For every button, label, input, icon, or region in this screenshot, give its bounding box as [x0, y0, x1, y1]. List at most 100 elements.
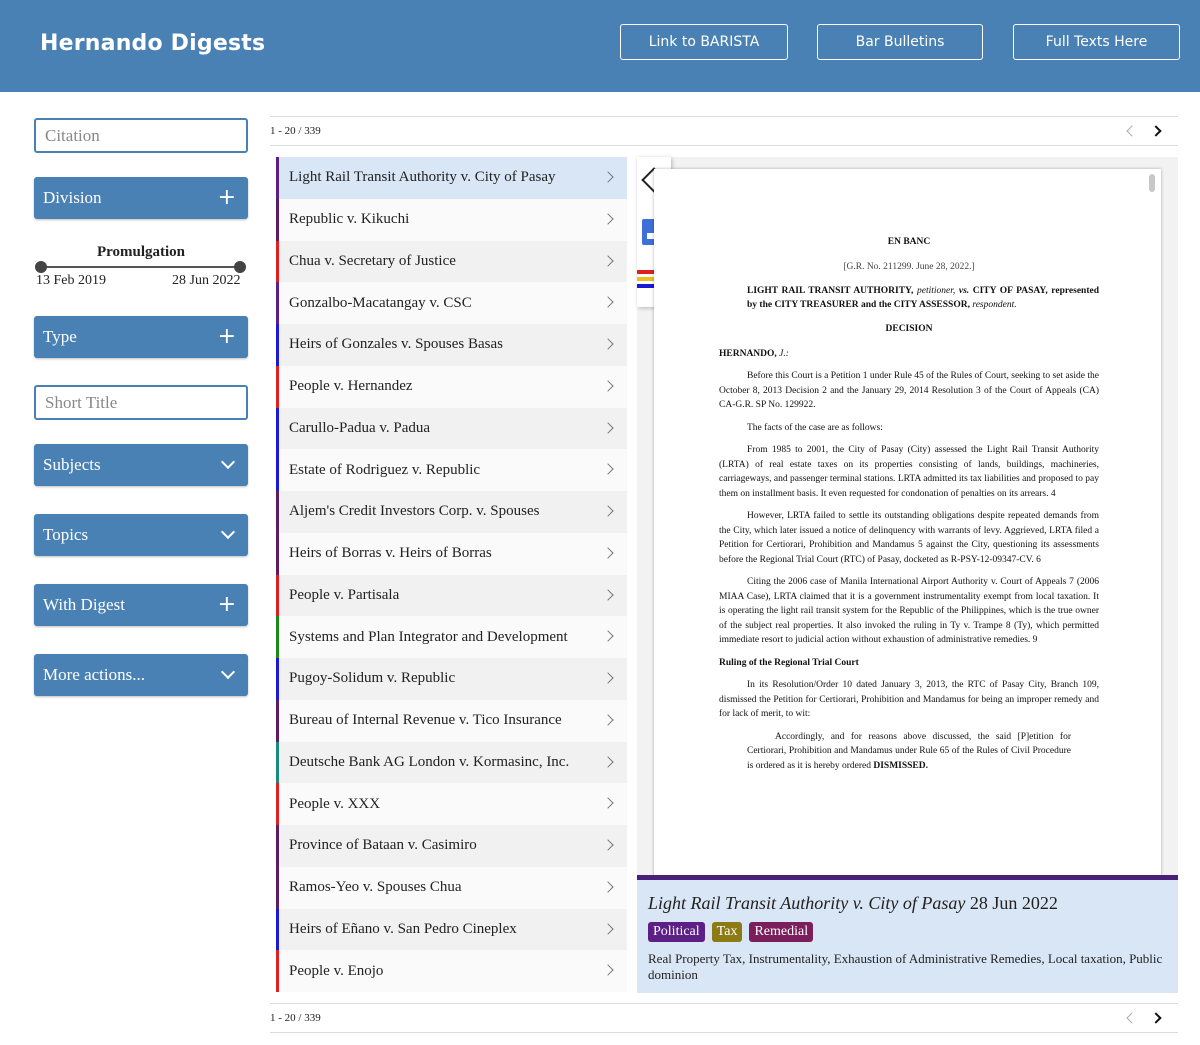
case-list-item[interactable]: Heirs of Eñano v. San Pedro Cineplex	[276, 908, 627, 951]
link-to-barista-button[interactable]: Link to BARISTA	[620, 24, 788, 60]
chevron-right-icon	[602, 421, 614, 434]
tag-remedial[interactable]: Remedial	[749, 922, 814, 942]
case-list-item[interactable]: Chua v. Secretary of Justice	[276, 240, 627, 283]
short-title-input[interactable]: Short Title	[34, 385, 248, 420]
topics-label: Topics	[43, 525, 89, 544]
chevron-down-icon	[220, 524, 236, 540]
document-scrollbar[interactable]	[1149, 174, 1155, 192]
chevron-right-icon	[602, 881, 614, 893]
chevron-left-icon[interactable]	[1126, 1012, 1138, 1024]
case-list-item[interactable]: Gonzalbo-Macatangay v. CSC	[276, 282, 627, 324]
chevron-right-icon	[602, 964, 614, 976]
chevron-right-icon	[602, 797, 614, 809]
pager-range: 1 - 20	[270, 125, 296, 137]
slider-start-handle[interactable]	[35, 261, 47, 273]
case-title: People v. XXX	[289, 795, 381, 812]
case-title: Bureau of Internal Revenue v. Tico Insur…	[289, 712, 562, 729]
case-title: Republic v. Kikuchi	[289, 211, 410, 228]
doc-ponente-name: HERNANDO,	[719, 348, 777, 359]
promulgation-slider-track[interactable]	[40, 266, 241, 268]
doc-party-1: LIGHT RAIL TRANSIT AUTHORITY,	[747, 286, 914, 296]
chevron-right-icon[interactable]	[1150, 125, 1162, 137]
case-list-item[interactable]: Light Rail Transit Authority v. City of …	[276, 157, 627, 199]
case-title: People v. Enojo	[289, 962, 384, 979]
chevron-right-icon	[602, 839, 614, 851]
subjects-label: Subjects	[43, 455, 101, 474]
doc-division: EN BANC	[887, 237, 931, 247]
plus-icon: +	[217, 592, 236, 617]
case-list-item[interactable]: Deutsche Bank AG London v. Kormasinc, In…	[276, 741, 627, 784]
chevron-right-icon	[602, 755, 614, 768]
chevron-right-icon	[602, 380, 614, 392]
tag-political[interactable]: Political	[648, 922, 705, 942]
case-title: Heirs of Gonzales v. Spouses Basas	[289, 336, 503, 353]
chevron-right-icon	[602, 254, 614, 267]
more-actions-label: More actions...	[43, 665, 145, 684]
case-list-item[interactable]: Heirs of Gonzales v. Spouses Basas	[276, 324, 627, 366]
case-list-item[interactable]: People v. Partisala	[276, 574, 627, 617]
chevron-right-icon	[602, 630, 614, 642]
plus-icon: +	[217, 185, 236, 210]
doc-heading: DECISION	[885, 324, 933, 334]
case-list-item[interactable]: Republic v. Kikuchi	[276, 198, 627, 241]
more-actions-button[interactable]: More actions...	[34, 654, 248, 696]
case-list-item[interactable]: Bureau of Internal Revenue v. Tico Insur…	[276, 699, 627, 742]
doc-subheading: Ruling of the Regional Trial Court	[719, 657, 859, 668]
top-header: Hernando Digests Link to BARISTA Bar Bul…	[0, 0, 1200, 92]
tag-tax[interactable]: Tax	[711, 922, 743, 942]
chevron-down-icon	[220, 664, 236, 680]
doc-petitioner: petitioner,	[913, 286, 956, 296]
promulgation-label: Promulgation	[96, 244, 186, 260]
doc-paragraph: The facts of the case are as follows:	[747, 422, 883, 433]
type-label: Type	[43, 327, 77, 346]
brand-title[interactable]: Hernando Digests	[40, 31, 265, 56]
chevron-right-icon[interactable]	[1150, 1012, 1162, 1024]
case-list-item[interactable]: Aljem's Credit Investors Corp. v. Spouse…	[276, 491, 627, 533]
chevron-right-icon	[602, 547, 614, 559]
full-texts-button[interactable]: Full Texts Here	[1013, 24, 1180, 60]
case-list-item[interactable]: People v. Enojo	[276, 950, 627, 992]
document-viewer: EN BANC [G.R. No. 211299. June 28, 2022.…	[637, 157, 1178, 877]
subjects-button[interactable]: Subjects	[34, 444, 248, 486]
pager-top: 1 - 20 / 339	[270, 116, 1178, 146]
summary-keywords: Real Property Tax, Instrumentality, Exha…	[648, 951, 1163, 982]
chevron-right-icon	[602, 463, 614, 475]
date-to-label: 28 Jun 2022	[172, 273, 241, 288]
slider-end-handle[interactable]	[234, 261, 246, 273]
case-list-item[interactable]: Systems and Plan Integrator and Developm…	[276, 616, 627, 658]
bar-bulletins-button[interactable]: Bar Bulletins	[817, 24, 983, 60]
case-title: People v. Partisala	[289, 586, 400, 603]
pager-range: 1 - 20	[270, 1012, 296, 1024]
case-list-item[interactable]: People v. Hernandez	[276, 365, 627, 408]
summary-title[interactable]: Light Rail Transit Authority v. City of …	[648, 893, 1167, 914]
case-list-item[interactable]: Carullo-Padua v. Padua	[276, 407, 627, 450]
chevron-right-icon	[602, 338, 614, 350]
case-list-item[interactable]: Ramos-Yeo v. Spouses Chua	[276, 866, 627, 909]
doc-quote-bold: DISMISSED.	[870, 760, 929, 771]
doc-quote: Accordingly, and for reasons above discu…	[747, 730, 1071, 774]
chevron-right-icon	[602, 672, 614, 684]
case-list-item[interactable]: Province of Bataan v. Casimiro	[276, 825, 627, 867]
case-title: Systems and Plan Integrator and Developm…	[289, 628, 568, 645]
type-button[interactable]: Type +	[34, 316, 248, 358]
pager-count: 1 - 20 / 339	[270, 125, 321, 137]
with-digest-label: With Digest	[43, 595, 125, 614]
chevron-right-icon	[602, 171, 614, 183]
case-list-item[interactable]: Pugoy-Solidum v. Republic	[276, 658, 627, 700]
doc-respondent: respondent.	[969, 300, 1017, 310]
case-list-item[interactable]: Heirs of Borras v. Heirs of Borras	[276, 532, 627, 575]
doc-paragraph: In its Resolution/Order 10 dated January…	[719, 680, 1099, 719]
with-digest-button[interactable]: With Digest +	[34, 584, 248, 626]
chevron-left-icon[interactable]	[1126, 125, 1138, 137]
case-title: Deutsche Bank AG London v. Kormasinc, In…	[289, 753, 570, 770]
citation-input[interactable]: Citation	[34, 118, 248, 153]
case-list-item[interactable]: Estate of Rodriguez v. Republic	[276, 449, 627, 491]
date-from-label: 13 Feb 2019	[36, 273, 106, 288]
chevron-down-icon	[220, 454, 236, 470]
case-list-item[interactable]: People v. XXX	[276, 783, 627, 825]
division-button[interactable]: Division +	[34, 177, 248, 219]
topics-button[interactable]: Topics	[34, 514, 248, 556]
pager-total: 339	[304, 1012, 321, 1024]
doc-paragraph: Before this Court is a Petition 1 under …	[719, 371, 1099, 410]
case-title: Province of Bataan v. Casimiro	[289, 837, 477, 854]
